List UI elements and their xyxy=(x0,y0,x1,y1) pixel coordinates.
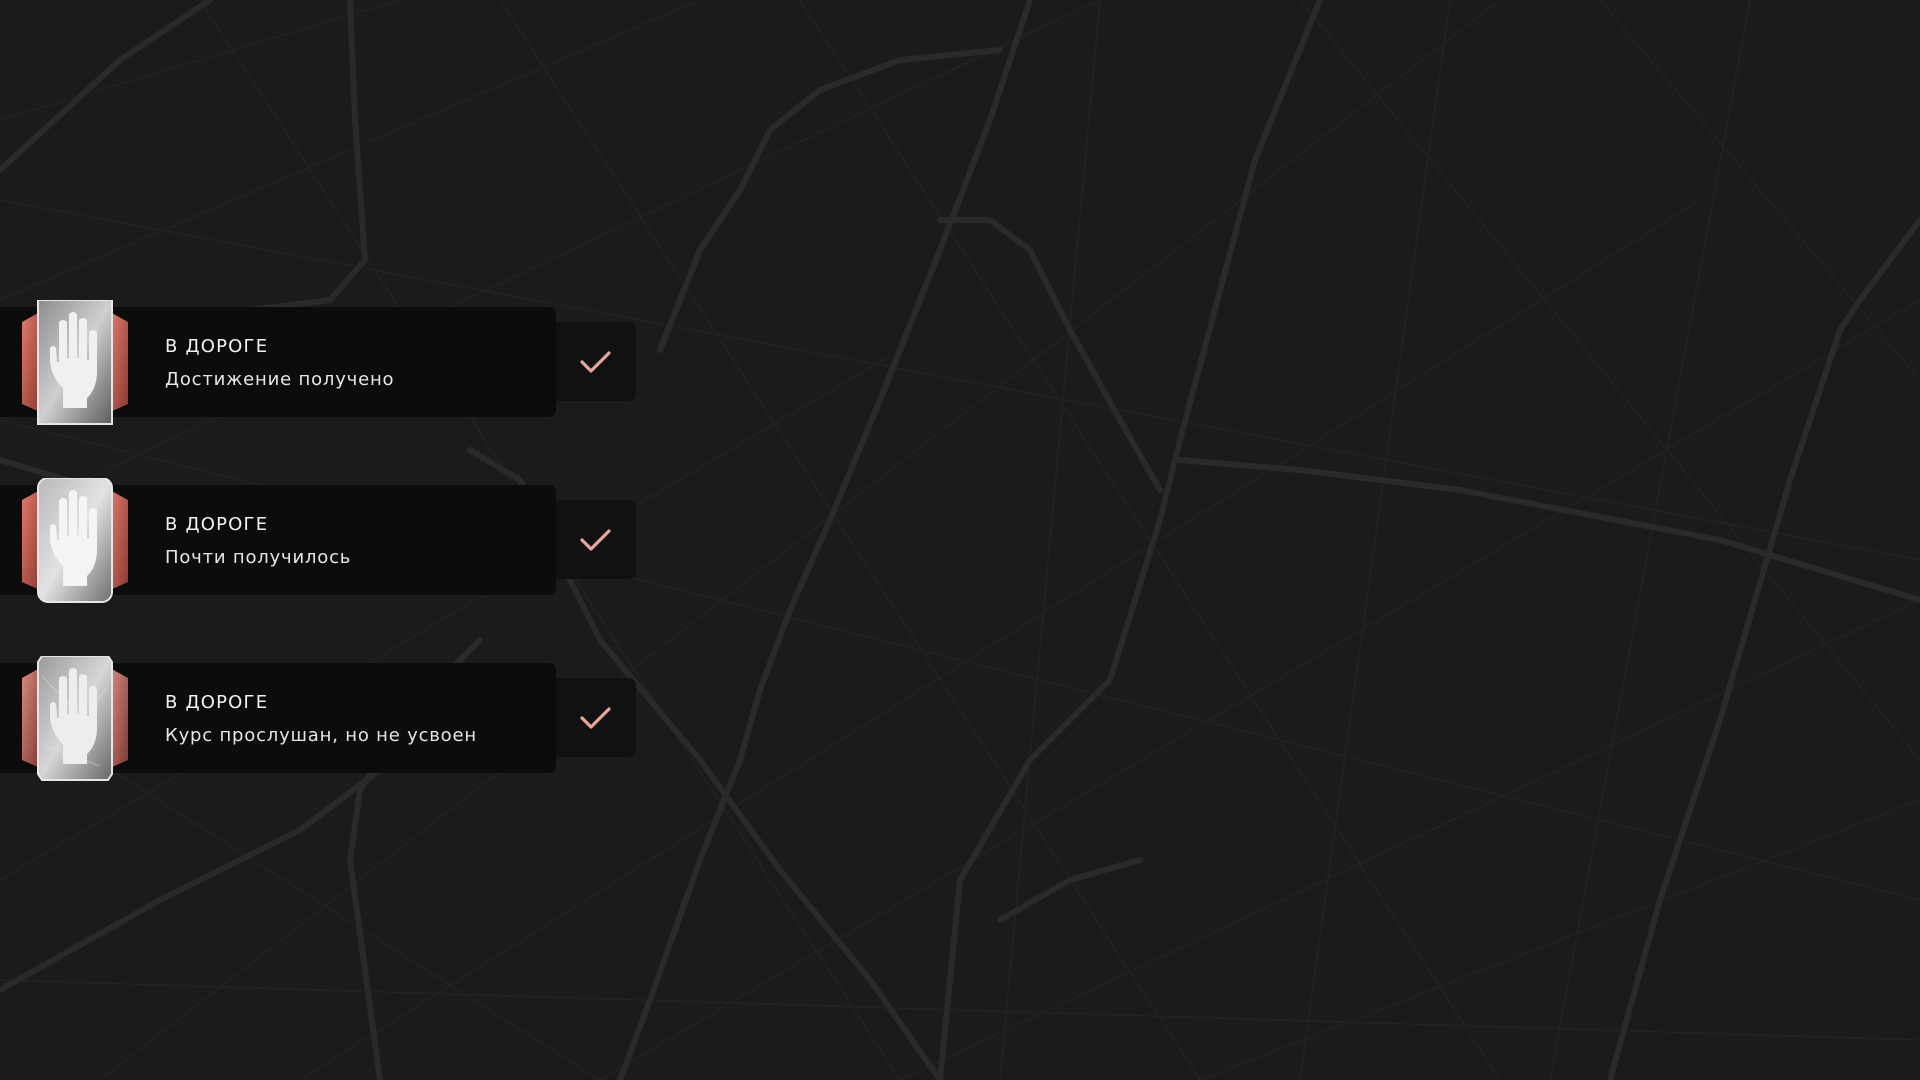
toast-description: Почти получилось xyxy=(165,547,352,568)
achievement-toast: В ДОРОГЕ Курс прослушан, но не усвоен xyxy=(0,656,637,786)
checkmark-icon xyxy=(580,351,611,373)
achievement-toast: В ДОРОГЕ Достижение получено xyxy=(0,300,637,430)
raised-hand-icon xyxy=(22,656,128,781)
toast-title: В ДОРОГЕ xyxy=(165,514,269,535)
toast-description: Курс прослушан, но не усвоен xyxy=(165,725,477,746)
toast-description: Достижение получено xyxy=(165,369,395,390)
toast-status xyxy=(556,500,636,579)
raised-hand-icon xyxy=(22,478,128,603)
checkmark-icon xyxy=(580,529,611,551)
toast-status xyxy=(556,678,636,757)
toast-title: В ДОРОГЕ xyxy=(165,692,269,713)
checkmark-icon xyxy=(580,707,611,729)
achievement-toast: В ДОРОГЕ Почти получилось xyxy=(0,478,637,608)
raised-hand-icon xyxy=(22,300,128,425)
toast-title: В ДОРОГЕ xyxy=(165,336,269,357)
toast-status xyxy=(556,322,636,401)
